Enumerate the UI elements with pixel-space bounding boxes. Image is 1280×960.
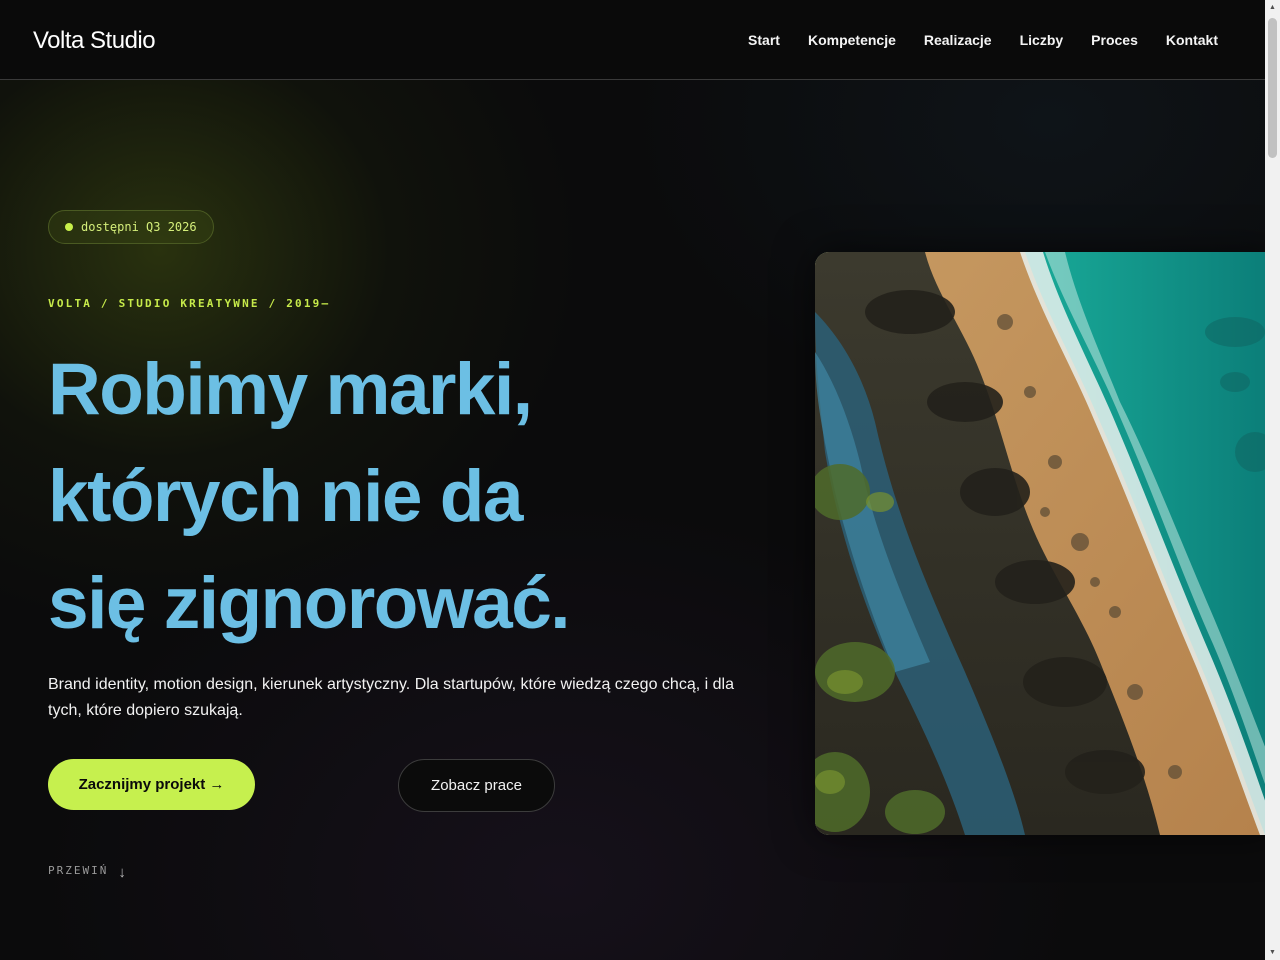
hero-lead: Brand identity, motion design, kierunek … (48, 676, 734, 719)
hero-eyebrow: VOLTA / STUDIO KREATYWNE / 2019— (48, 297, 331, 310)
scroll-hint[interactable]: PRZEWIŃ ↓ (48, 860, 126, 881)
nav-realizacje[interactable]: Realizacje (924, 32, 992, 48)
page: Volta Studio Start Kompetencje Realizacj… (0, 0, 1265, 960)
see-work-button[interactable]: Zobacz prace (398, 759, 555, 812)
availability-text: dostępni Q3 2026 (81, 220, 197, 234)
hero-beach-image (815, 252, 1265, 835)
headline-line-3: się zignorować. (48, 563, 571, 644)
site-header: Volta Studio Start Kompetencje Realizacj… (0, 0, 1265, 80)
availability-badge: dostępni Q3 2026 (48, 210, 214, 244)
scroll-up-icon[interactable]: ▲ (1265, 0, 1280, 15)
headline-line-1: Robimy marki, (48, 349, 533, 430)
main-nav: Start Kompetencje Realizacje Liczby Proc… (748, 32, 1218, 48)
nav-proces[interactable]: Proces (1091, 32, 1138, 48)
arrow-down-icon: ↓ (118, 864, 126, 881)
scroll-down-icon[interactable]: ▼ (1265, 945, 1280, 960)
nav-liczby[interactable]: Liczby (1020, 32, 1064, 48)
nav-kontakt[interactable]: Kontakt (1166, 32, 1218, 48)
nav-start[interactable]: Start (748, 32, 780, 48)
scroll-label: PRZEWIŃ (48, 864, 109, 877)
status-dot-icon (65, 223, 73, 231)
headline-line-2: których nie da (48, 456, 523, 537)
hero-headline: Robimy marki, których nie da się zignoro… (48, 336, 571, 657)
start-project-button[interactable]: Zacznijmy projekt → (48, 759, 255, 810)
page-scrollbar[interactable]: ▲ ▼ (1265, 0, 1280, 960)
scrollbar-thumb[interactable] (1268, 18, 1277, 158)
nav-kompetencje[interactable]: Kompetencje (808, 32, 896, 48)
logo[interactable]: Volta Studio (33, 27, 156, 55)
